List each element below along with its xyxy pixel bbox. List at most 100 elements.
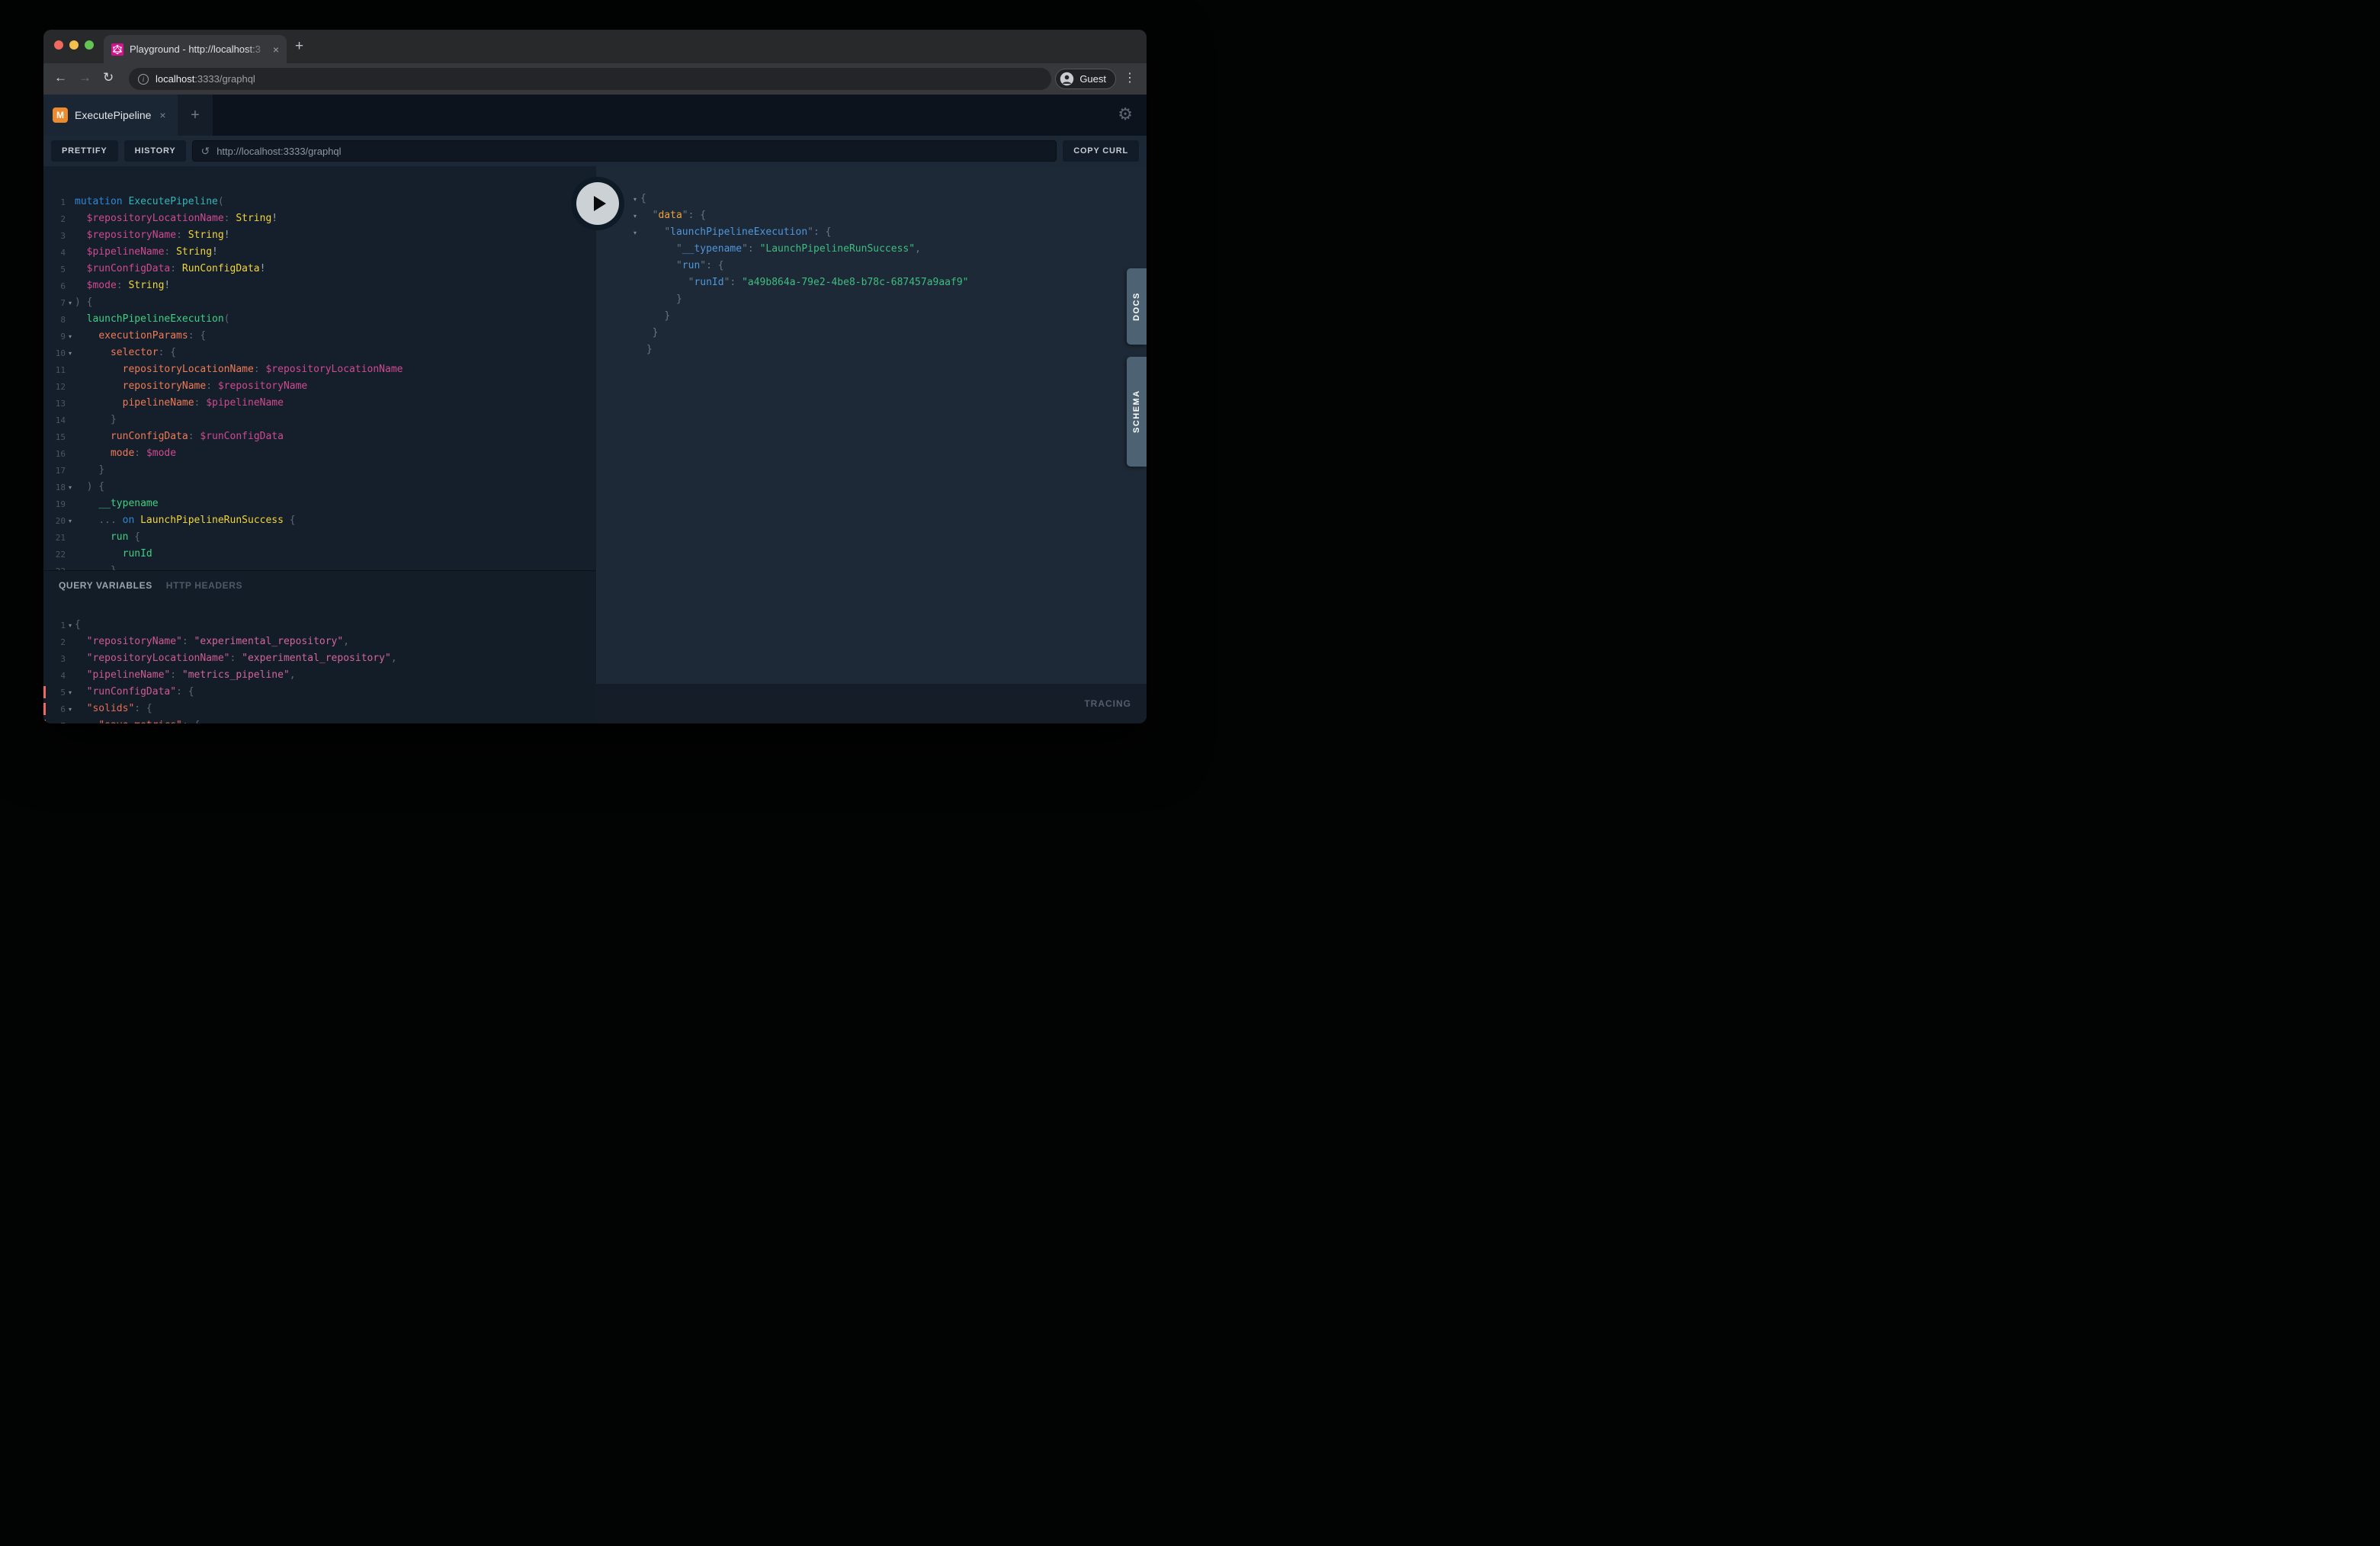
prettify-button[interactable]: PRETTIFY bbox=[51, 140, 118, 162]
zoom-window-button[interactable] bbox=[85, 40, 94, 50]
code-line: 4 "pipelineName": "metrics_pipeline", bbox=[43, 667, 596, 684]
query-code: 1mutation ExecutePipeline(2 $repositoryL… bbox=[43, 194, 596, 570]
fold-arrow-icon[interactable]: ▾ bbox=[66, 717, 75, 723]
code-line: 6▾ "solids": { bbox=[43, 701, 596, 717]
line-number: 2 bbox=[43, 637, 66, 647]
fold-arrow-icon[interactable]: ▾ bbox=[66, 512, 75, 530]
playground-tab-executepipeline[interactable]: M ExecutePipeline × bbox=[43, 95, 178, 136]
code-line: 2 "repositoryName": "experimental_reposi… bbox=[43, 633, 596, 650]
line-number: 22 bbox=[43, 550, 66, 560]
fold-arrow-icon[interactable]: ▾ bbox=[630, 223, 640, 242]
code-line: 7▾) { bbox=[43, 294, 596, 311]
line-number: 9 bbox=[43, 332, 66, 342]
close-window-button[interactable] bbox=[54, 40, 63, 50]
fold-arrow-icon[interactable]: ▾ bbox=[66, 344, 75, 362]
browser-tab[interactable]: Playground - http://localhost:3 × bbox=[104, 35, 287, 63]
query-editor[interactable]: 1mutation ExecutePipeline(2 $repositoryL… bbox=[43, 166, 596, 570]
docs-side-tab[interactable]: DOCS bbox=[1127, 268, 1147, 345]
playground-tab-close-icon[interactable]: × bbox=[159, 109, 165, 121]
response-pane: ▾{▾ "data": {▾ "launchPipelineExecution"… bbox=[596, 166, 1147, 723]
line-number: 3 bbox=[43, 654, 66, 664]
fold-arrow-icon[interactable]: ▾ bbox=[66, 293, 75, 312]
tracing-toggle[interactable]: TRACING bbox=[1084, 698, 1131, 709]
endpoint-url: http://localhost:3333/graphql bbox=[217, 146, 341, 157]
schema-side-tab-label: SCHEMA bbox=[1127, 357, 1147, 467]
fold-arrow-icon[interactable]: ▾ bbox=[630, 190, 640, 208]
code-line: } bbox=[596, 325, 1147, 342]
profile-name: Guest bbox=[1079, 73, 1106, 85]
line-number: 4 bbox=[43, 671, 66, 681]
forward-button[interactable]: → bbox=[79, 70, 91, 85]
code-line: } bbox=[596, 342, 1147, 358]
reset-endpoint-icon[interactable]: ↺ bbox=[200, 145, 210, 158]
error-mark-icon bbox=[43, 720, 46, 723]
fold-spacer bbox=[66, 218, 75, 220]
fold-arrow-icon[interactable]: ▾ bbox=[66, 617, 75, 634]
fold-spacer bbox=[66, 285, 75, 287]
browser-tab-title: Playground - http://localhost:3 bbox=[130, 43, 267, 55]
code-line: } bbox=[596, 291, 1147, 308]
code-line: 4 $pipelineName: String! bbox=[43, 244, 596, 261]
site-info-icon[interactable]: i bbox=[138, 74, 149, 85]
fold-arrow-icon[interactable]: ▾ bbox=[66, 327, 75, 345]
line-number: 21 bbox=[43, 533, 66, 543]
code-line: "runId": "a49b864a-79e2-4be8-b78c-687457… bbox=[596, 274, 1147, 291]
fold-spacer bbox=[66, 641, 75, 643]
profile-button[interactable]: Guest bbox=[1055, 69, 1116, 89]
tab-close-icon[interactable]: × bbox=[273, 43, 279, 56]
minimize-window-button[interactable] bbox=[69, 40, 79, 50]
reload-button[interactable]: ↻ bbox=[103, 70, 114, 85]
settings-gear-icon[interactable]: ⚙ bbox=[1118, 104, 1133, 124]
playground-new-tab-button[interactable]: + bbox=[178, 95, 213, 136]
variables-editor[interactable]: 1▾{2 "repositoryName": "experimental_rep… bbox=[43, 617, 596, 723]
fold-spacer bbox=[66, 235, 75, 236]
fold-arrow-icon[interactable]: ▾ bbox=[66, 700, 75, 718]
code-line: 3 "repositoryLocationName": "experimenta… bbox=[43, 650, 596, 667]
code-line: 3 $repositoryName: String! bbox=[43, 227, 596, 244]
graphql-favicon-icon bbox=[111, 43, 123, 56]
copy-curl-button[interactable]: COPY CURL bbox=[1063, 140, 1139, 162]
error-mark-icon bbox=[43, 703, 46, 715]
fold-spacer bbox=[66, 537, 75, 538]
url-path: :3333/graphql bbox=[194, 73, 255, 85]
tracing-bar: TRACING bbox=[596, 684, 1147, 723]
fold-spacer bbox=[630, 332, 640, 334]
fold-spacer bbox=[66, 658, 75, 659]
fold-arrow-icon[interactable]: ▾ bbox=[630, 207, 640, 225]
code-line: 1mutation ExecutePipeline( bbox=[43, 194, 596, 210]
code-line: ▾{ bbox=[596, 191, 1147, 207]
fold-spacer bbox=[66, 369, 75, 370]
window-controls bbox=[54, 40, 94, 50]
browser-menu-button[interactable]: ⋮ bbox=[1124, 70, 1136, 85]
history-button[interactable]: HISTORY bbox=[124, 140, 187, 162]
code-line: 2 $repositoryLocationName: String! bbox=[43, 210, 596, 227]
code-line: 11 repositoryLocationName: $repositoryLo… bbox=[43, 361, 596, 378]
browser-window: Playground - http://localhost:3 × + ← → … bbox=[43, 30, 1147, 723]
line-number: 12 bbox=[43, 382, 66, 392]
new-tab-button[interactable]: + bbox=[295, 39, 303, 54]
endpoint-input[interactable]: ↺ http://localhost:3333/graphql bbox=[192, 140, 1057, 162]
fold-spacer bbox=[66, 268, 75, 270]
url-bar[interactable]: i localhost:3333/graphql bbox=[129, 68, 1051, 90]
line-number: 15 bbox=[43, 432, 66, 442]
playground-tab-title: ExecutePipeline bbox=[75, 109, 151, 121]
line-number: 7 bbox=[43, 721, 66, 724]
fold-spacer bbox=[66, 252, 75, 253]
schema-side-tab[interactable]: SCHEMA bbox=[1127, 357, 1147, 467]
line-number: 20 bbox=[43, 516, 66, 526]
fold-arrow-icon[interactable]: ▾ bbox=[66, 478, 75, 496]
back-button[interactable]: ← bbox=[54, 70, 67, 85]
fold-spacer bbox=[66, 470, 75, 471]
query-variables-tab[interactable]: QUERY VARIABLES bbox=[59, 580, 152, 591]
line-number: 19 bbox=[43, 499, 66, 509]
play-icon bbox=[594, 196, 606, 211]
code-line: } bbox=[596, 308, 1147, 325]
query-pane: 1mutation ExecutePipeline(2 $repositoryL… bbox=[43, 166, 596, 723]
line-number: 10 bbox=[43, 348, 66, 358]
variables-header: QUERY VARIABLES HTTP HEADERS bbox=[43, 571, 596, 591]
fold-spacer bbox=[630, 282, 640, 284]
http-headers-tab[interactable]: HTTP HEADERS bbox=[166, 580, 242, 591]
execute-button[interactable] bbox=[571, 177, 624, 230]
code-line: 7▾ "save_metrics": { bbox=[43, 717, 596, 723]
fold-arrow-icon[interactable]: ▾ bbox=[66, 683, 75, 701]
